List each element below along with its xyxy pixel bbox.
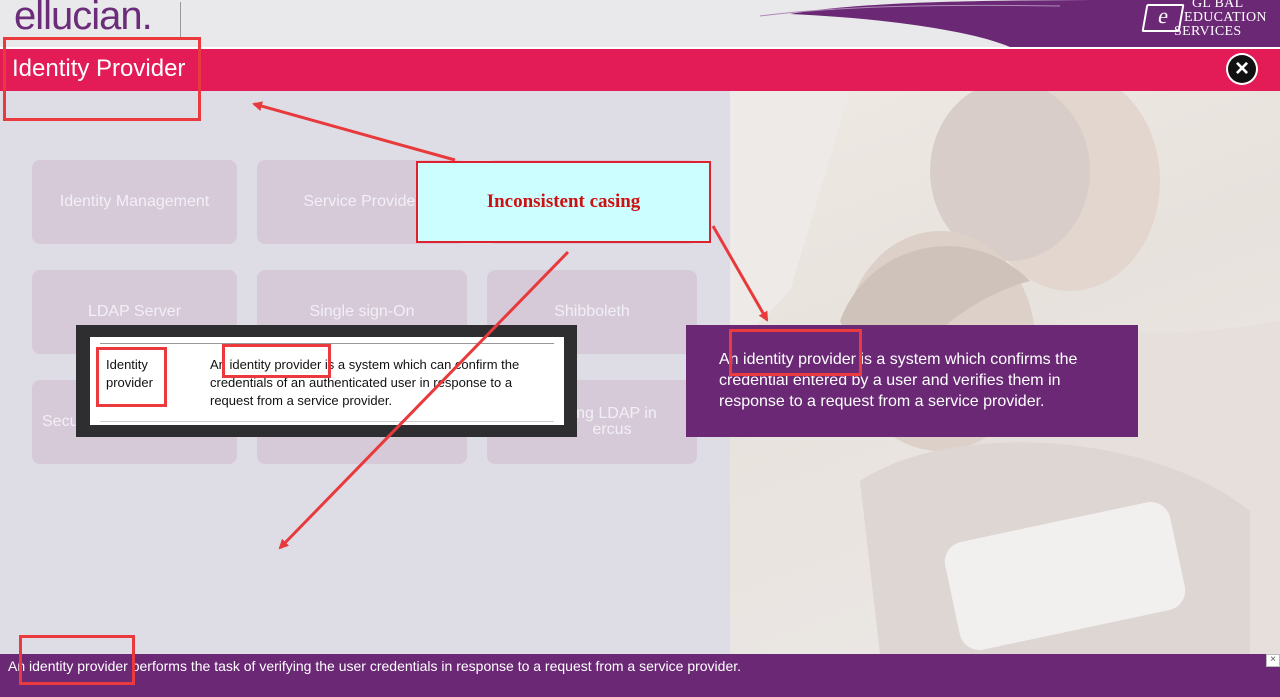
close-icon: ×: [1228, 55, 1256, 83]
tile-identity-management[interactable]: Identity Management: [32, 160, 237, 244]
brand-line-2: EDUCATION: [1184, 10, 1267, 25]
close-button[interactable]: ×: [1226, 53, 1258, 85]
global-education-services-logo: e GL BAL EDUCATION SERVICES: [1141, 0, 1274, 44]
ellucian-logo: ellucian.: [14, 0, 153, 38]
brand-text: GL BAL EDUCATION SERVICES: [1174, 0, 1267, 39]
highlight-panel-phrase: [729, 329, 862, 376]
tile-label: Shibboleth: [554, 303, 630, 320]
caption-close-button[interactable]: ×: [1266, 654, 1280, 667]
tile-label: LDAP Server: [87, 303, 182, 320]
caption-bar: An identity provider performs the task o…: [0, 654, 1280, 697]
highlight-glossary-term: [96, 347, 167, 407]
highlight-glossary-phrase: [222, 344, 331, 378]
annotation-callout: Inconsistent casing: [416, 161, 711, 243]
divider: [100, 421, 554, 422]
highlight-title: [3, 37, 201, 121]
brand-line-3: SERVICES: [1174, 24, 1242, 39]
tile-label: Service Provider: [303, 193, 421, 210]
highlight-footer-phrase: [19, 635, 135, 685]
tile-label: Identity Management: [59, 193, 210, 210]
tile-label: Single sign-On: [309, 303, 415, 320]
logo-divider: [180, 2, 181, 40]
